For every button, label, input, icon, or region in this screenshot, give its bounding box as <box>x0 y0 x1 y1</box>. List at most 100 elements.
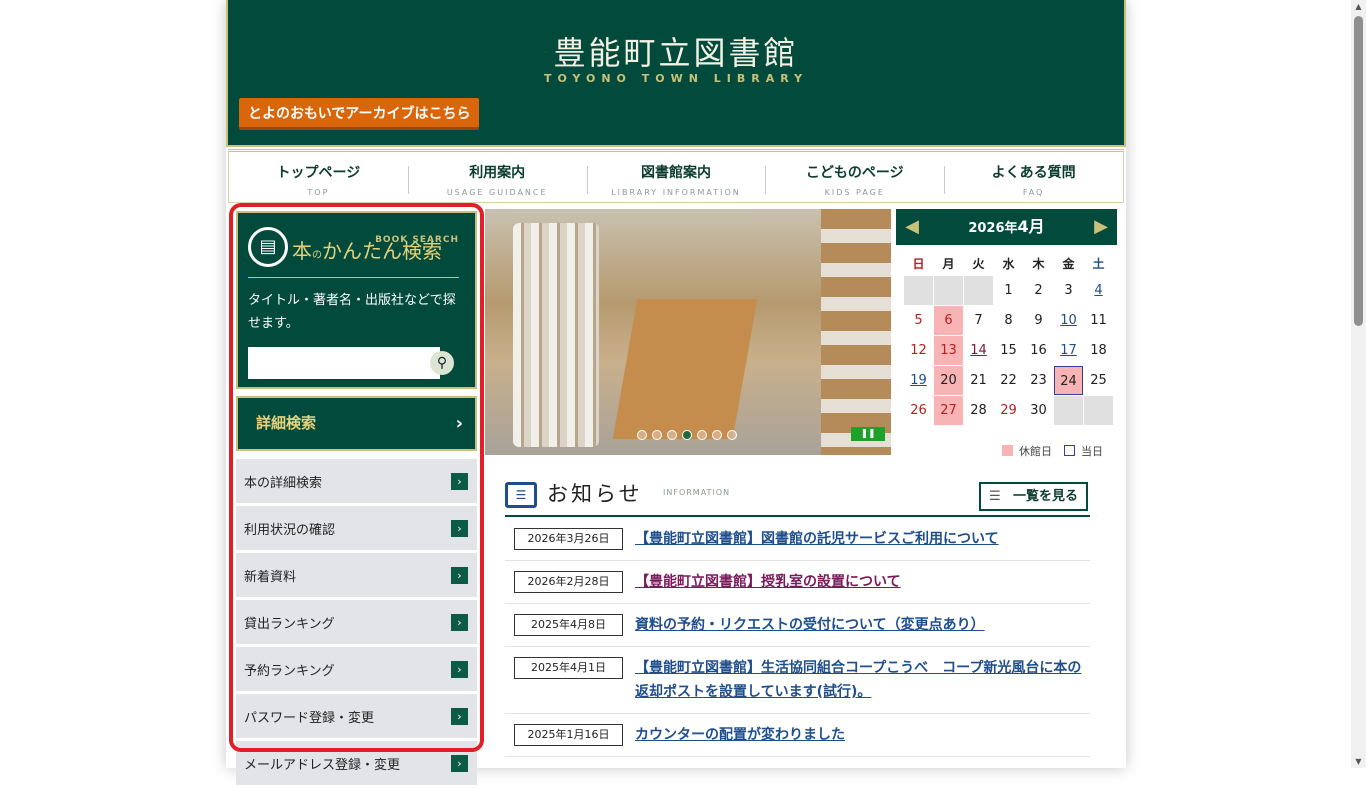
nav-library-information[interactable]: 図書館案内 LIBRARY INFORMATION <box>586 152 766 202</box>
news-item: 2025年1月16日 カウンターの配置が変わりました <box>505 714 1090 757</box>
side-item-lending-ranking[interactable]: 貸出ランキング › <box>236 600 477 644</box>
scroll-down-icon[interactable]: ▼ <box>1354 757 1363 766</box>
news-list: 2026年3月26日 【豊能町立図書館】図書館の託児サービスご利用について 20… <box>505 518 1090 757</box>
news-link[interactable]: 資料の予約・リクエストの受付について（変更点あり） <box>635 617 985 633</box>
nav-faq[interactable]: よくある質問 FAQ <box>944 152 1123 202</box>
calendar-day[interactable]: 4 <box>1084 276 1113 305</box>
side-item-detail-search[interactable]: 本の詳細検索 › <box>236 459 477 503</box>
weekday-label: 火 <box>972 257 985 271</box>
weekday-label: 土 <box>1092 257 1105 271</box>
side-menu: 本の詳細検索 › 利用状況の確認 › 新着資料 › 貸出ランキング › 予約ランキング ›… <box>236 459 477 788</box>
slide-dot-active[interactable] <box>682 430 692 440</box>
news-title-en: INFORMATION <box>663 488 731 497</box>
slide-dot[interactable] <box>697 430 707 440</box>
slide-bookcase-column <box>513 223 599 447</box>
calendar-day: 16 <box>1030 343 1047 358</box>
arrow-right-icon: › <box>451 661 468 678</box>
search-input[interactable] <box>248 347 440 379</box>
weekday-label: 木 <box>1032 257 1045 271</box>
search-description: タイトル・著者名・出版社などで探せます。 <box>248 293 456 331</box>
nav-sublabel: FAQ <box>1022 188 1045 197</box>
pause-icon[interactable]: ❚❚ <box>851 427 885 441</box>
calendar-day: 21 <box>970 373 987 388</box>
slide-magazine-rack <box>612 299 758 439</box>
side-item-password[interactable]: パスワード登録・変更 › <box>236 694 477 738</box>
calendar-day[interactable]: 17 <box>1054 336 1083 365</box>
site-logo[interactable]: 豊能町立図書館 <box>228 28 1124 74</box>
side-item-reservation-ranking[interactable]: 予約ランキング › <box>236 647 477 691</box>
news-date: 2026年2月28日 <box>514 571 623 593</box>
arrow-right-icon: › <box>451 614 468 631</box>
side-item-email[interactable]: メールアドレス登録・変更 › <box>236 741 477 785</box>
calendar-day: 2 <box>1034 283 1043 298</box>
chevron-left-icon[interactable]: ◀ <box>900 209 924 245</box>
weekday-label: 日 <box>912 257 925 271</box>
calendar-blank <box>1054 396 1083 425</box>
calendar-day: 11 <box>1090 313 1107 328</box>
news-date: 2026年3月26日 <box>514 528 623 550</box>
news-link[interactable]: 【豊能町立図書館】授乳室の設置について <box>635 574 901 590</box>
detail-search-label: 詳細検索 <box>256 414 317 432</box>
slide-dot[interactable] <box>727 430 737 440</box>
news-link[interactable]: 【豊能町立図書館】生活協同組合コープこうべ コープ新光風台に本の返却ポストを設置… <box>635 660 1081 700</box>
side-item-label: パスワード登録・変更 <box>244 710 375 726</box>
archive-button[interactable]: とよのおもいでアーカイブはこちら <box>239 98 480 130</box>
calendar-blank <box>934 276 963 305</box>
scroll-up-icon[interactable]: ▲ <box>1354 2 1363 11</box>
legend-today: 当日 <box>1064 443 1103 459</box>
side-item-label: 予約ランキング <box>244 663 335 679</box>
nav-kids-page[interactable]: こどものページ KIDS PAGE <box>765 152 944 202</box>
calendar-day[interactable]: 10 <box>1054 306 1083 335</box>
slide-dot[interactable] <box>667 430 677 440</box>
chevron-right-icon[interactable]: ▶ <box>1089 209 1113 245</box>
news-link[interactable]: カウンターの配置が変わりました <box>635 727 845 743</box>
nav-top[interactable]: トップページ TOP <box>229 152 408 202</box>
calendar-day-today: 24 <box>1054 366 1083 395</box>
calendar-day[interactable]: 19 <box>904 366 933 395</box>
side-item-usage-status[interactable]: 利用状況の確認 › <box>236 506 477 550</box>
nav-sublabel: TOP <box>307 188 330 197</box>
calendar-legend: 休館日 当日 <box>1002 443 1103 459</box>
calendar-blank <box>904 276 933 305</box>
nav-sublabel: LIBRARY INFORMATION <box>611 188 741 197</box>
library-photo-slideshow[interactable]: ❚❚ <box>485 209 891 455</box>
detail-search-button[interactable]: 詳細検索 › <box>236 396 477 451</box>
calendar: ◀ 2026年4月 ▶ 日 月 火 水 木 金 土 1 2 3 4 5 6 7 … <box>896 209 1117 459</box>
side-item-label: 利用状況の確認 <box>244 522 336 538</box>
page-scrollbar[interactable]: ▲ ▼ <box>1351 0 1366 768</box>
calendar-day: 22 <box>1000 373 1017 388</box>
arrow-right-icon: › <box>451 520 468 537</box>
calendar-day: 28 <box>970 403 987 418</box>
slide-dot[interactable] <box>652 430 662 440</box>
scrollbar-thumb[interactable] <box>1354 16 1363 326</box>
nav-sublabel: KIDS PAGE <box>824 188 885 197</box>
global-nav: トップページ TOP 利用案内 USAGE GUIDANCE 図書館案内 LIB… <box>228 149 1124 203</box>
search-title-no: の <box>312 250 322 261</box>
nav-usage-guidance[interactable]: 利用案内 USAGE GUIDANCE <box>407 152 587 202</box>
calendar-day-closed: 6 <box>934 306 963 335</box>
slide-right-shelf <box>821 209 891 455</box>
see-all-button[interactable]: ☰ 一覧を見る <box>979 482 1088 511</box>
news-item: 2026年2月28日 【豊能町立図書館】授乳室の設置について <box>505 561 1090 604</box>
calendar-month: 4月 <box>1017 217 1045 236</box>
search-icon[interactable]: ⚲ <box>430 351 454 375</box>
newspaper-icon: ☰ <box>505 482 537 508</box>
news-item: 2025年4月1日 【豊能町立図書館】生活協同組合コープこうべ コープ新光風台に… <box>505 647 1090 714</box>
search-title-small: 本 <box>292 239 312 263</box>
news-title: お知らせ <box>547 482 643 506</box>
slide-dot[interactable] <box>637 430 647 440</box>
search-panel-en: BOOK SEARCH <box>375 235 459 245</box>
arrow-right-icon: › <box>451 567 468 584</box>
side-item-label: 貸出ランキング <box>244 616 335 632</box>
slide-dot[interactable] <box>712 430 722 440</box>
divider <box>248 277 459 278</box>
calendar-day[interactable]: 14 <box>964 336 993 365</box>
nav-sublabel: USAGE GUIDANCE <box>446 188 548 197</box>
side-item-label: 新着資料 <box>244 569 297 585</box>
news-link[interactable]: 【豊能町立図書館】図書館の託児サービスご利用について <box>635 531 999 547</box>
nav-label: トップページ <box>276 165 361 181</box>
legend-closed-label: 休館日 <box>1019 445 1052 458</box>
calendar-day: 23 <box>1030 373 1047 388</box>
nav-label: 図書館案内 <box>640 165 711 181</box>
side-item-new-arrivals[interactable]: 新着資料 › <box>236 553 477 597</box>
